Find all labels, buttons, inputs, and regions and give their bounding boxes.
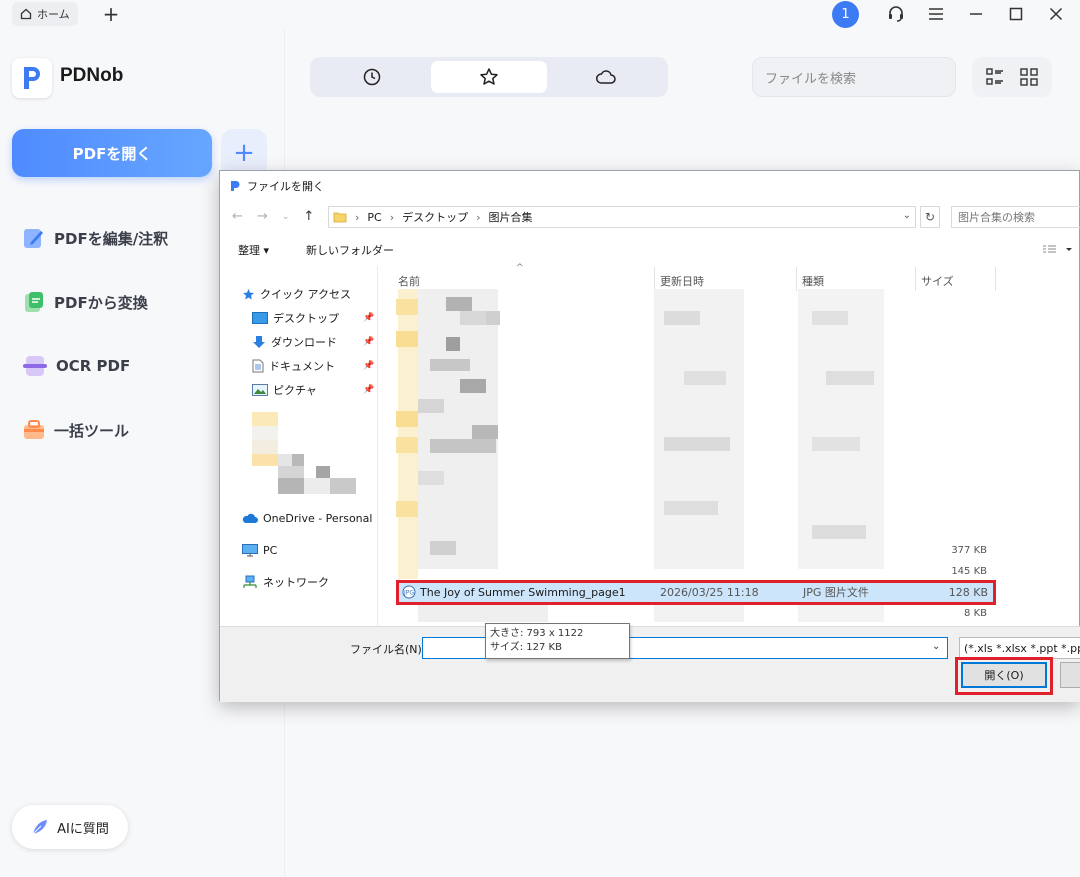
folder-icon	[333, 212, 347, 223]
maximize-icon[interactable]	[1003, 2, 1029, 26]
title-bar: ホーム + 1	[0, 0, 1080, 30]
tooltip-size: サイズ: 127 KB	[490, 642, 562, 653]
highlight-box-selected-file	[396, 580, 996, 605]
home-tab[interactable]: ホーム	[12, 2, 78, 26]
tab-recent[interactable]	[314, 61, 430, 93]
navigation-pane: クイック アクセス デスクトップ ダウンロード ドキュメント ピクチャ 📌 📌 …	[220, 266, 378, 657]
new-tab-icon[interactable]: +	[100, 2, 122, 26]
back-arrow-icon[interactable]: ←	[232, 209, 243, 224]
support-headset-icon[interactable]	[883, 2, 909, 26]
sort-indicator-icon: ^	[516, 263, 524, 273]
dialog-title: ファイルを開く	[247, 180, 324, 193]
star-icon	[243, 288, 254, 299]
pictures-icon	[252, 384, 268, 396]
nav-ocr-pdf[interactable]: OCR PDF	[22, 353, 130, 379]
nav-edit-annotate[interactable]: PDFを編集/注釈	[22, 225, 168, 251]
recent-filter-segmented-control	[310, 57, 668, 97]
tree-quick-access[interactable]: クイック アクセス	[242, 283, 351, 305]
notification-badge[interactable]: 1	[832, 1, 859, 28]
view-options-icon[interactable]	[1042, 244, 1072, 256]
tooltip-dimensions: 大きさ: 793 x 1122	[490, 628, 584, 639]
download-arrow-icon	[253, 336, 265, 348]
pin-icon: 📌	[363, 313, 375, 323]
file-list-header: ^ 名前 更新日時 種類 サイズ	[380, 263, 1080, 291]
cloud-icon	[596, 70, 616, 84]
up-arrow-icon[interactable]: ↑	[303, 209, 314, 224]
breadcrumb-image-folder[interactable]: 图片合集	[489, 209, 533, 225]
grid-view-icon[interactable]	[1019, 67, 1039, 87]
pin-icon: 📌	[363, 385, 375, 395]
tree-pc[interactable]: PC	[242, 539, 277, 561]
tree-onedrive[interactable]: OneDrive - Personal	[242, 507, 372, 529]
tree-desktop[interactable]: デスクトップ	[252, 307, 339, 329]
forward-arrow-icon[interactable]: →	[257, 209, 268, 224]
breadcrumb-desktop[interactable]: デスクトップ	[402, 209, 468, 225]
tree-documents[interactable]: ドキュメント	[252, 355, 335, 377]
column-name[interactable]: 名前	[398, 273, 420, 289]
tree-downloads[interactable]: ダウンロード	[252, 331, 337, 353]
cancel-button[interactable]	[1060, 662, 1080, 688]
file-info-tooltip: 大きさ: 793 x 1122 サイズ: 127 KB	[485, 623, 630, 659]
star-icon	[480, 68, 498, 85]
batch-tools-icon	[24, 420, 44, 439]
column-size[interactable]: サイズ	[921, 273, 954, 289]
nav-convert-pdf[interactable]: PDFから変換	[22, 289, 148, 315]
organize-button[interactable]: 整理 ▾	[238, 242, 269, 258]
ask-ai-button[interactable]: AIに質問	[12, 805, 128, 849]
tree-pictures[interactable]: ピクチャ	[252, 379, 317, 401]
list-view-icon[interactable]	[985, 67, 1005, 87]
open-pdf-button[interactable]: PDFを開く	[12, 129, 212, 177]
minimize-icon[interactable]	[963, 2, 989, 26]
tree-network[interactable]: ネットワーク	[242, 571, 329, 593]
tab-starred[interactable]	[431, 61, 547, 93]
pin-icon: 📌	[363, 337, 375, 347]
file-search-input[interactable]: ファイルを検索	[752, 57, 956, 97]
open-button[interactable]: 開く(O)	[961, 662, 1047, 688]
convert-icon	[25, 292, 43, 312]
home-tab-label: ホーム	[37, 8, 70, 21]
new-folder-button[interactable]: 新しいフォルダー	[306, 242, 394, 258]
folder-search-input[interactable]: 图片合集の検索	[951, 206, 1080, 228]
desktop-folder-icon	[252, 312, 268, 324]
nav-batch-tools[interactable]: 一括ツール	[22, 417, 129, 443]
file-type-filter[interactable]: (*.xls *.xlsx *.ppt *.pptx	[959, 637, 1080, 659]
breadcrumb-pc[interactable]: PC	[367, 211, 381, 224]
column-modified[interactable]: 更新日時	[660, 273, 704, 289]
recent-dropdown-icon[interactable]: ⌄	[282, 212, 290, 224]
onedrive-cloud-icon	[242, 513, 258, 523]
view-toggle	[972, 57, 1052, 97]
clock-icon	[363, 68, 381, 86]
home-icon	[20, 8, 32, 20]
pdnob-small-icon	[231, 181, 240, 191]
edit-icon	[24, 229, 43, 248]
dialog-bottom-bar: ファイル名(N): ⌄ (*.xls *.xlsx *.ppt *.pptx 開…	[220, 626, 1080, 702]
filename-label: ファイル名(N):	[350, 643, 426, 656]
menu-icon[interactable]	[923, 2, 949, 26]
pc-monitor-icon	[242, 543, 258, 556]
brand-name: PDNob	[60, 65, 124, 86]
tab-cloud[interactable]	[548, 61, 664, 93]
ocr-icon	[23, 356, 47, 376]
address-bar[interactable]: › PC › デスクトップ › 图片合集 ⌄	[328, 206, 916, 228]
network-icon	[243, 575, 257, 588]
close-icon[interactable]	[1043, 2, 1069, 26]
document-icon	[252, 359, 264, 373]
pdnob-logo-icon	[12, 58, 52, 98]
ai-feather-icon	[32, 820, 48, 835]
refresh-icon[interactable]: ↻	[920, 206, 940, 228]
column-type[interactable]: 種類	[802, 273, 824, 289]
open-file-dialog: ファイルを開く ← → ⌄ ↑ › PC › デスクトップ › 图片合集 ⌄ ↻…	[219, 170, 1080, 702]
dialog-nav-buttons: ← → ⌄ ↑	[232, 209, 314, 224]
address-dropdown-icon[interactable]: ⌄	[903, 210, 911, 221]
dialog-title-bar: ファイルを開く	[230, 178, 324, 194]
pin-icon: 📌	[363, 361, 375, 371]
dialog-command-bar: 整理 ▾ 新しいフォルダー	[220, 237, 1080, 263]
